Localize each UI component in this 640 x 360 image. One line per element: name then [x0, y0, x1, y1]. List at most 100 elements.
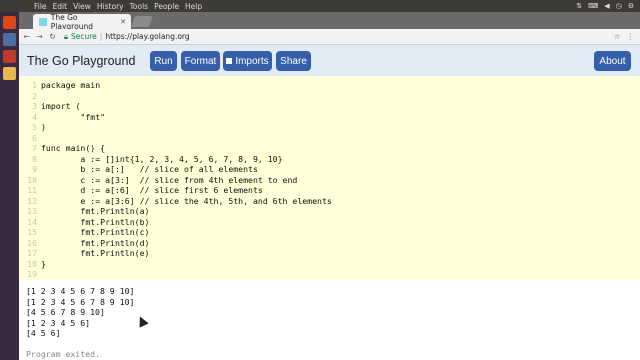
- menu-tools[interactable]: Tools: [130, 2, 148, 11]
- code-text: d := a[:6] // slice first 6 elements: [41, 185, 263, 195]
- menu-help[interactable]: Help: [185, 2, 202, 11]
- line-number: 1: [32, 80, 37, 90]
- code-line[interactable]: 5): [19, 122, 332, 133]
- code-text: fmt.Println(a): [41, 206, 150, 216]
- code-text: b := a[:] // slice of all elements: [41, 164, 258, 174]
- code-line[interactable]: 13 fmt.Println(a): [19, 206, 332, 217]
- toolbar-actions: ☆ ⋮: [614, 32, 634, 41]
- line-number: 17: [27, 248, 37, 258]
- code-line[interactable]: 6: [19, 133, 332, 144]
- code-line[interactable]: 16 fmt.Println(d): [19, 238, 332, 249]
- os-top-panel: File Edit View History Tools People Help…: [0, 0, 640, 12]
- menu-file[interactable]: File: [34, 2, 47, 11]
- clock-icon[interactable]: ◷: [616, 2, 622, 10]
- line-number: 19: [27, 269, 37, 279]
- imports-label: Imports: [235, 55, 269, 67]
- browser-tab-bar: The Go Playground ✕: [19, 12, 640, 31]
- output-line: [1 2 3 4 5 6]: [26, 317, 91, 328]
- code-text: fmt.Println(e): [41, 248, 150, 258]
- app-launcher-icon[interactable]: [3, 50, 16, 63]
- code-line[interactable]: 8 a := []int{1, 2, 3, 4, 5, 6, 7, 8, 9, …: [19, 154, 332, 165]
- line-number: 8: [32, 153, 37, 164]
- playground-header: The Go Playground Run Format Imports Sha…: [19, 45, 640, 76]
- close-tab-icon[interactable]: ✕: [120, 18, 126, 26]
- run-button[interactable]: Run: [150, 51, 177, 71]
- code-text: func main() {: [41, 143, 106, 153]
- star-icon[interactable]: ☆: [614, 32, 621, 41]
- code-line[interactable]: 3 import (: [19, 101, 332, 112]
- line-number: 14: [27, 216, 37, 227]
- url-text: https://play.golang.org: [105, 32, 190, 41]
- code-line[interactable]: 17 fmt.Println(e): [19, 248, 332, 259]
- line-number: 18: [27, 258, 37, 269]
- imports-checkbox[interactable]: [226, 58, 233, 64]
- reload-icon[interactable]: ↻: [47, 32, 58, 41]
- network-icon[interactable]: ⇅: [576, 2, 582, 10]
- secure-label: Secure: [71, 32, 97, 41]
- code-text: fmt.Println(b): [41, 216, 150, 227]
- gopher-favicon-icon: [39, 17, 47, 26]
- imports-button[interactable]: Imports: [223, 51, 272, 71]
- code-text: a := []int{1, 2, 3, 4, 5, 6, 7, 8, 9, 10…: [41, 153, 283, 164]
- address-bar: ← → ↻ 🔒︎ Secure | https://play.golang.or…: [19, 29, 640, 45]
- url-separator: |: [99, 32, 103, 41]
- app-menu-bar: File Edit View History Tools People Help: [34, 2, 202, 11]
- menu-edit[interactable]: Edit: [53, 2, 68, 11]
- code-line[interactable]: 4 "fmt": [19, 112, 332, 123]
- line-number: 10: [27, 174, 37, 185]
- code-line[interactable]: 10 c := a[3:] // slice from 4th element …: [19, 175, 332, 186]
- share-button[interactable]: Share: [276, 51, 311, 71]
- browser-tab[interactable]: The Go Playground ✕: [33, 12, 131, 31]
- line-number: 12: [27, 195, 37, 206]
- line-number: 13: [27, 206, 37, 216]
- keyboard-icon[interactable]: ⌨: [588, 2, 598, 10]
- line-number: 16: [27, 237, 37, 248]
- url-input[interactable]: 🔒︎ Secure | https://play.golang.org: [64, 32, 190, 42]
- output-panel: [1 2 3 4 5 6 7 8 9 10] [1 2 3 4 5 6 7 8 9…: [19, 281, 640, 360]
- about-button[interactable]: About: [594, 51, 631, 71]
- new-tab-button[interactable]: [130, 16, 154, 27]
- code-line[interactable]: 11 d := a[:6] // slice first 6 elements: [19, 185, 332, 196]
- program-output: [1 2 3 4 5 6 7 8 9 10] [1 2 3 4 5 6 7 8 9…: [26, 286, 134, 339]
- code-text: package main: [41, 80, 101, 90]
- code-editor[interactable]: 1 package main 2 3 import (4 "fmt" 5) 6 7 func m…: [19, 76, 640, 280]
- line-number: 6: [32, 132, 37, 143]
- tab-title: The Go Playground: [50, 12, 93, 31]
- code-line[interactable]: 9 b := a[:] // slice of all elements: [19, 164, 332, 175]
- output-line: [4 5 6]: [26, 328, 61, 338]
- menu-history[interactable]: History: [97, 2, 124, 11]
- code-line[interactable]: 15 fmt.Println(c): [19, 227, 332, 238]
- app-launcher-icon[interactable]: [3, 33, 16, 46]
- code-line[interactable]: 2: [19, 91, 332, 102]
- volume-icon[interactable]: ◀: [604, 2, 609, 10]
- system-tray: ⇅ ⌨ ◀ ◷ ⚙: [576, 2, 634, 10]
- back-icon[interactable]: ←: [21, 32, 32, 41]
- code-line[interactable]: 1 package main: [19, 80, 332, 91]
- code-line[interactable]: 18}: [19, 259, 332, 270]
- code-text: "fmt": [41, 111, 106, 122]
- menu-view[interactable]: View: [73, 2, 91, 11]
- code-text: ): [41, 122, 46, 132]
- line-number: 7: [32, 143, 37, 153]
- forward-icon[interactable]: →: [34, 32, 45, 41]
- ubuntu-dash-icon[interactable]: [3, 16, 16, 29]
- code-line[interactable]: 7 func main() {: [19, 143, 332, 154]
- chrome-launcher-icon[interactable]: [3, 67, 16, 80]
- launcher: [0, 12, 19, 360]
- gear-icon[interactable]: ⚙: [628, 2, 634, 10]
- line-number: 15: [27, 227, 37, 237]
- code-line[interactable]: 19: [19, 269, 332, 280]
- output-line: [4 5 6 7 8 9 10]: [26, 307, 105, 317]
- format-button[interactable]: Format: [181, 51, 220, 71]
- code-line[interactable]: 14 fmt.Println(b): [19, 217, 332, 228]
- menu-icon[interactable]: ⋮: [627, 32, 635, 41]
- menu-people[interactable]: People: [154, 2, 179, 11]
- code-text: e := a[3:6] // slice the 4th, 5th, and 6…: [41, 195, 332, 206]
- line-number: 3: [32, 101, 37, 111]
- exit-status: Program exited.: [26, 349, 100, 359]
- line-number: 5: [32, 122, 37, 132]
- code-line[interactable]: 12 e := a[3:6] // slice the 4th, 5th, an…: [19, 196, 332, 207]
- code-area[interactable]: 1 package main 2 3 import (4 "fmt" 5) 6 7 func m…: [19, 80, 332, 280]
- lock-icon: 🔒︎: [64, 31, 68, 41]
- line-number: 9: [32, 164, 37, 174]
